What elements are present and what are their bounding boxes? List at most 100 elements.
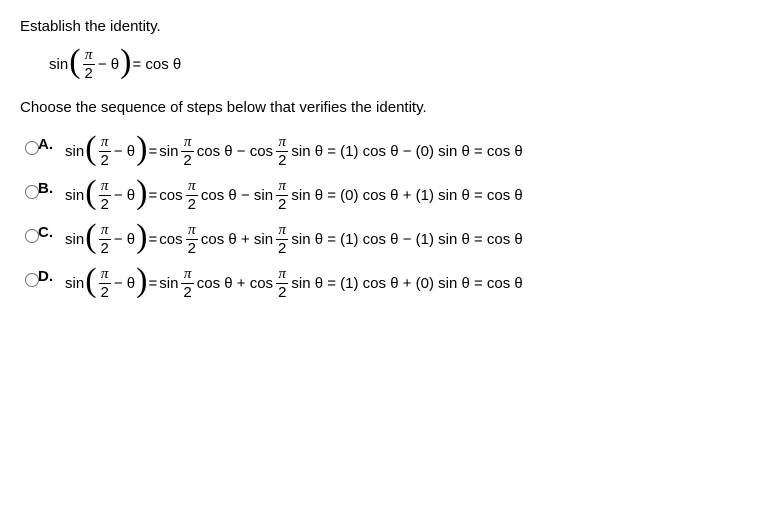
fraction-denominator: 2 <box>83 64 95 81</box>
choice-radio[interactable] <box>25 229 39 243</box>
equals: = <box>148 231 157 248</box>
term2-tail: sin θ = (0) cos θ + (1) sin θ = cos θ <box>291 187 522 204</box>
minus-theta: − θ <box>114 275 135 292</box>
choice-radio-cell <box>20 178 38 203</box>
fraction-numerator: π <box>99 179 111 195</box>
identity-lhs-fn: sin <box>49 56 68 73</box>
fraction-denominator: 2 <box>276 283 288 300</box>
choice-math: sin(π2 − θ) = sin π2 cos θ + cos π2 sin … <box>64 266 524 300</box>
minus-theta: − θ <box>98 56 119 73</box>
fraction-numerator: π <box>276 223 288 239</box>
term2-pi-over-2: π2 <box>276 179 288 212</box>
close-paren: ) <box>136 132 147 166</box>
pi-over-2: π2 <box>99 135 111 168</box>
choice-math: sin(π2 − θ) = cos π2 cos θ − sin π2 sin … <box>64 178 524 212</box>
choice-radio[interactable] <box>25 141 39 155</box>
close-paren: ) <box>136 264 147 298</box>
fraction-denominator: 2 <box>181 283 193 300</box>
choice-letter: C. <box>38 222 64 241</box>
fraction-numerator: π <box>276 267 288 283</box>
equals: = <box>148 143 157 160</box>
choice-row: A.sin(π2 − θ) = sin π2 cos θ − cos π2 si… <box>20 134 758 168</box>
term2-tail: sin θ = (1) cos θ − (0) sin θ = cos θ <box>291 143 522 160</box>
fraction-numerator: π <box>186 223 198 239</box>
choice-letter: A. <box>38 134 64 153</box>
choice-letter: B. <box>38 178 64 197</box>
open-paren: ( <box>85 220 96 254</box>
term1-pi-over-2: π2 <box>186 223 198 256</box>
term1-tail: cos θ − sin <box>201 187 273 204</box>
choice-row: B.sin(π2 − θ) = cos π2 cos θ − sin π2 si… <box>20 178 758 212</box>
fraction-denominator: 2 <box>99 151 111 168</box>
pi-over-2: π 2 <box>83 48 95 81</box>
fraction-numerator: π <box>99 223 111 239</box>
term2-tail: sin θ = (1) cos θ − (1) sin θ = cos θ <box>291 231 522 248</box>
choice-row: C.sin(π2 − θ) = cos π2 cos θ + sin π2 si… <box>20 222 758 256</box>
choice-letter: D. <box>38 266 64 285</box>
pi-over-2: π2 <box>99 179 111 212</box>
fraction-denominator: 2 <box>276 195 288 212</box>
term1-fn: sin <box>159 275 178 292</box>
fraction-numerator: π <box>186 179 198 195</box>
fraction-numerator: π <box>182 267 194 283</box>
term2-pi-over-2: π2 <box>276 223 288 256</box>
fraction-denominator: 2 <box>276 151 288 168</box>
close-paren: ) <box>136 176 147 210</box>
identity-equation: sin ( π 2 − θ ) = cos θ <box>48 47 758 81</box>
choice-math: sin(π2 − θ) = sin π2 cos θ − cos π2 sin … <box>64 134 524 168</box>
fraction-numerator: π <box>182 135 194 151</box>
term1-tail: cos θ + sin <box>201 231 273 248</box>
fraction-denominator: 2 <box>186 195 198 212</box>
fraction-numerator: π <box>99 135 111 151</box>
open-paren: ( <box>69 45 80 79</box>
open-paren: ( <box>85 264 96 298</box>
term2-tail: sin θ = (1) cos θ + (0) sin θ = cos θ <box>291 275 522 292</box>
lhs-fn: sin <box>65 143 84 160</box>
fraction-numerator: π <box>276 135 288 151</box>
equals: = <box>148 187 157 204</box>
prompt-text: Establish the identity. <box>20 18 758 35</box>
choice-radio-cell <box>20 266 38 291</box>
fraction-denominator: 2 <box>99 195 111 212</box>
close-paren: ) <box>120 45 131 79</box>
minus-theta: − θ <box>114 187 135 204</box>
fraction-numerator: π <box>99 267 111 283</box>
term1-pi-over-2: π2 <box>181 267 193 300</box>
minus-theta: − θ <box>114 143 135 160</box>
term1-pi-over-2: π2 <box>181 135 193 168</box>
choice-math: sin(π2 − θ) = cos π2 cos θ + sin π2 sin … <box>64 222 524 256</box>
open-paren: ( <box>85 132 96 166</box>
instruction-text: Choose the sequence of steps below that … <box>20 99 758 116</box>
choice-radio-cell <box>20 222 38 247</box>
choice-row: D.sin(π2 − θ) = sin π2 cos θ + cos π2 si… <box>20 266 758 300</box>
term1-pi-over-2: π2 <box>186 179 198 212</box>
pi-over-2: π2 <box>99 267 111 300</box>
fraction-numerator: π <box>83 48 95 64</box>
minus-theta: − θ <box>114 231 135 248</box>
fraction-denominator: 2 <box>99 283 111 300</box>
pi-over-2: π2 <box>99 223 111 256</box>
choice-radio[interactable] <box>25 273 39 287</box>
term1-fn: cos <box>159 231 182 248</box>
choice-radio-cell <box>20 134 38 159</box>
fraction-numerator: π <box>276 179 288 195</box>
fraction-denominator: 2 <box>99 239 111 256</box>
fraction-denominator: 2 <box>186 239 198 256</box>
close-paren: ) <box>136 220 147 254</box>
open-paren: ( <box>85 176 96 210</box>
fraction-denominator: 2 <box>181 151 193 168</box>
term1-fn: sin <box>159 143 178 160</box>
lhs-fn: sin <box>65 231 84 248</box>
term1-tail: cos θ + cos <box>197 275 273 292</box>
lhs-fn: sin <box>65 275 84 292</box>
fraction-denominator: 2 <box>276 239 288 256</box>
term2-pi-over-2: π2 <box>276 267 288 300</box>
term1-tail: cos θ − cos <box>197 143 273 160</box>
term1-fn: cos <box>159 187 182 204</box>
lhs-fn: sin <box>65 187 84 204</box>
equals-rhs: = cos θ <box>132 56 181 73</box>
term2-pi-over-2: π2 <box>276 135 288 168</box>
choices-list: A.sin(π2 − θ) = sin π2 cos θ − cos π2 si… <box>20 134 758 300</box>
choice-radio[interactable] <box>25 185 39 199</box>
equals: = <box>148 275 157 292</box>
